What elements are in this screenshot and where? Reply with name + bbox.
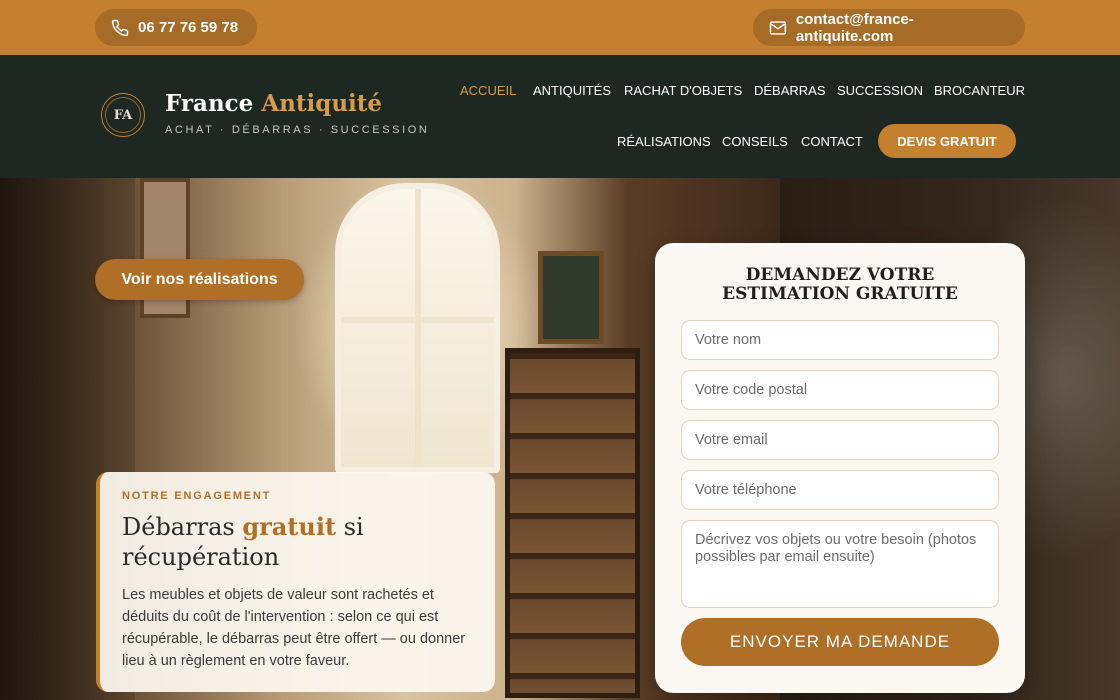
phone-icon: [111, 19, 129, 36]
brand-tagline: ACHAT · DÉBARRAS · SUCCESSION: [165, 124, 430, 136]
logo-badge[interactable]: FA: [101, 93, 145, 137]
nav-item-debarras[interactable]: DÉBARRAS: [754, 83, 826, 98]
hero-background-bookcase: [505, 348, 640, 698]
logo-monogram: FA: [105, 97, 141, 133]
postal-code-input[interactable]: [681, 370, 999, 410]
nav-item-antiquites[interactable]: ANTIQUITÉS: [533, 83, 611, 98]
nav-item-contact[interactable]: CONTACT: [801, 134, 863, 149]
card-text: Les meubles et objets de valeur sont rac…: [122, 587, 466, 669]
engagement-card: NOTRE ENGAGEMENT Débarras gratuit si réc…: [96, 472, 495, 692]
phone-link[interactable]: 06 77 76 59 78: [95, 9, 257, 46]
card-kicker: NOTRE ENGAGEMENT: [122, 490, 272, 502]
email-input[interactable]: [681, 420, 999, 460]
mail-icon: [769, 20, 787, 35]
card-title: Débarras gratuit si récupération: [122, 512, 473, 572]
hero-background-window: [335, 183, 500, 473]
voir-realisations-button[interactable]: Voir nos réalisations: [95, 259, 304, 300]
nav-item-rachat[interactable]: RACHAT D'OBJETS: [624, 83, 742, 98]
phone-number: 06 77 76 59 78: [138, 19, 239, 36]
form-title: DEMANDEZ VOTRE ESTIMATION GRATUITE: [722, 265, 958, 304]
brand-name-part1: France: [165, 90, 254, 117]
card-title-accent: gratuit: [242, 512, 337, 541]
phone-input[interactable]: [681, 470, 999, 510]
name-input[interactable]: [681, 320, 999, 360]
nav-item-brocanteur[interactable]: BROCANTEUR: [934, 83, 1025, 98]
estimation-form: DEMANDEZ VOTRE ESTIMATION GRATUITE ENVOY…: [655, 243, 1025, 693]
brand-name[interactable]: France Antiquité: [165, 90, 382, 117]
email-link[interactable]: contact@france-antiquite.com: [753, 9, 1025, 46]
brand-name-part2: Antiquité: [261, 90, 383, 117]
email-address: contact@france-antiquite.com: [795, 10, 914, 45]
nav-item-conseils[interactable]: CONSEILS: [722, 134, 788, 149]
nav-item-accueil[interactable]: ACCUEIL: [460, 83, 516, 98]
message-textarea[interactable]: [681, 520, 999, 608]
nav-item-succession[interactable]: SUCCESSION: [837, 83, 923, 98]
top-bar: 06 77 76 59 78 contact@france-antiquite.…: [0, 0, 1120, 55]
hero-background-painting: [538, 251, 604, 344]
card-title-part1: Débarras: [122, 513, 235, 541]
submit-button[interactable]: ENVOYER MA DEMANDE: [681, 618, 999, 666]
devis-gratuit-button[interactable]: DEVIS GRATUIT: [878, 124, 1016, 158]
nav-item-realisations[interactable]: RÉALISATIONS: [617, 134, 711, 149]
hero-section: Voir nos réalisations NOTRE ENGAGEMENT D…: [0, 178, 1120, 700]
